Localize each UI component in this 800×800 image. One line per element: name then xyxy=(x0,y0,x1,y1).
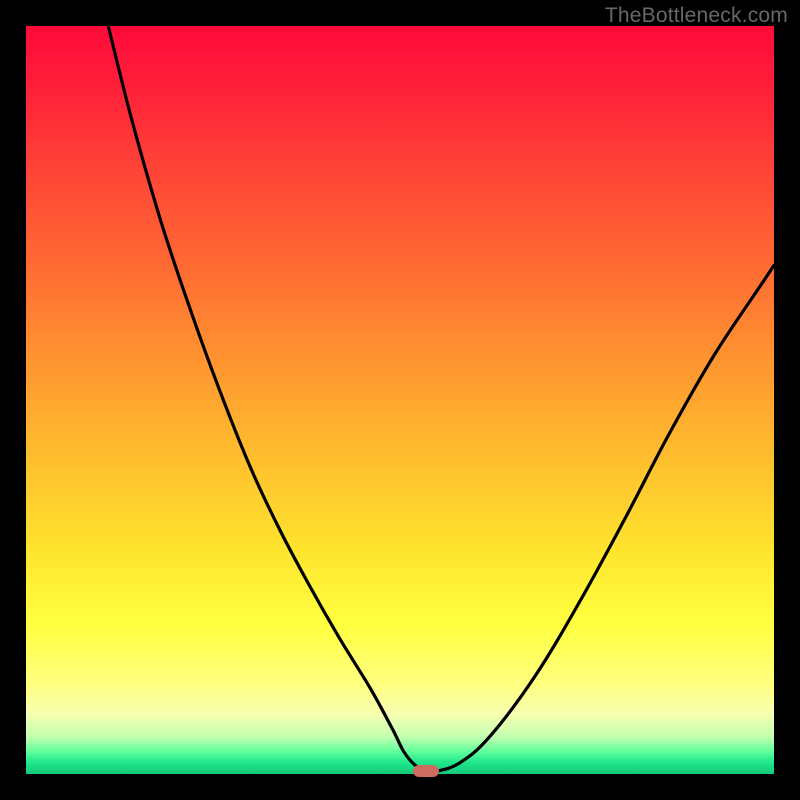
bottleneck-curve xyxy=(26,26,774,774)
watermark-text: TheBottleneck.com xyxy=(605,4,788,28)
plot-area xyxy=(26,26,774,774)
chart-frame: TheBottleneck.com xyxy=(0,0,800,800)
minimum-marker xyxy=(413,765,439,777)
